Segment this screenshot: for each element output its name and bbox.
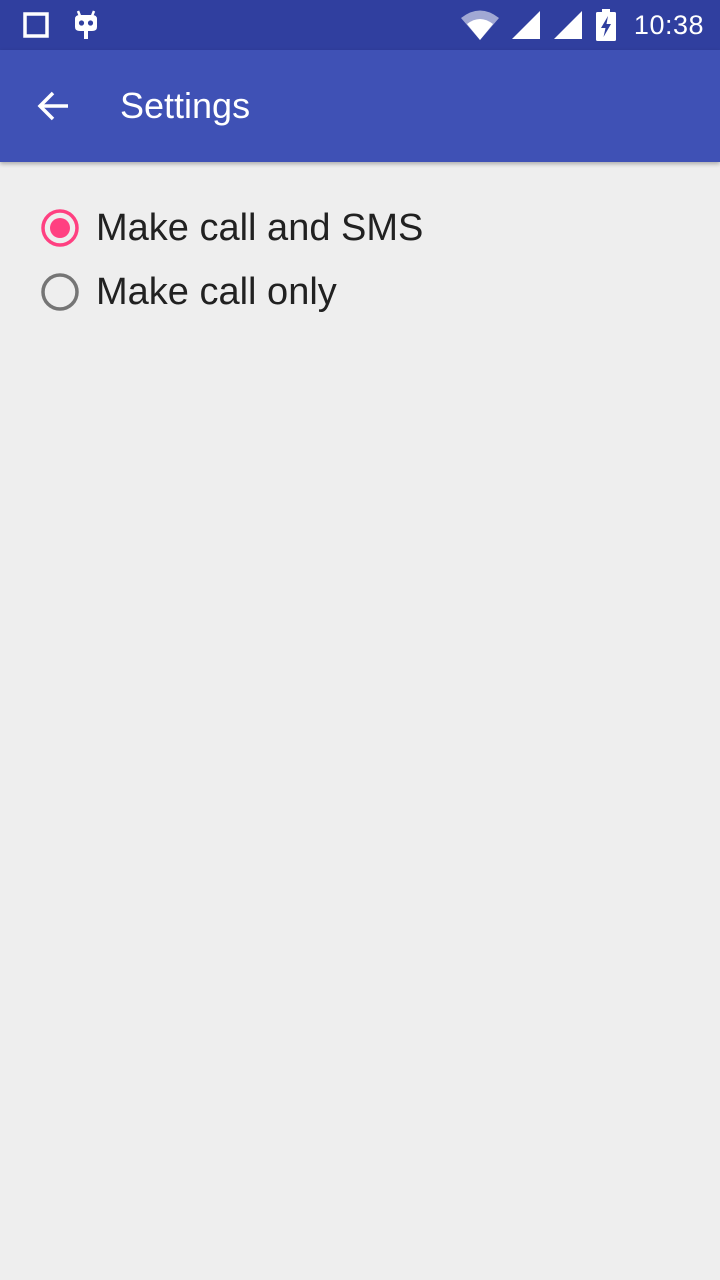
toolbar: Settings: [0, 50, 720, 162]
wifi-icon: [460, 9, 500, 41]
status-bar: 10:38: [0, 0, 720, 50]
radio-checked-icon[interactable]: [40, 208, 80, 248]
square-notification-icon: [22, 11, 50, 39]
cell-signal-icon: [510, 9, 542, 41]
status-time: 10:38: [633, 9, 704, 40]
back-button[interactable]: [24, 76, 84, 136]
radio-label: Make call and SMS: [96, 206, 424, 249]
radio-option-call-only[interactable]: Make call only: [40, 260, 337, 324]
status-right-icons: 10:38: [460, 0, 704, 50]
battery-charging-icon: [594, 8, 618, 42]
page-title: Settings: [120, 85, 251, 126]
radio-label: Make call only: [96, 270, 337, 313]
radio-option-call-and-sms[interactable]: Make call and SMS: [40, 196, 423, 260]
arrow-back-icon: [36, 88, 72, 124]
cell-signal-icon: [552, 9, 584, 41]
cyanogen-mascot-icon: [72, 9, 100, 41]
status-left-icons: [22, 9, 100, 41]
radio-unchecked-icon[interactable]: [40, 272, 80, 312]
